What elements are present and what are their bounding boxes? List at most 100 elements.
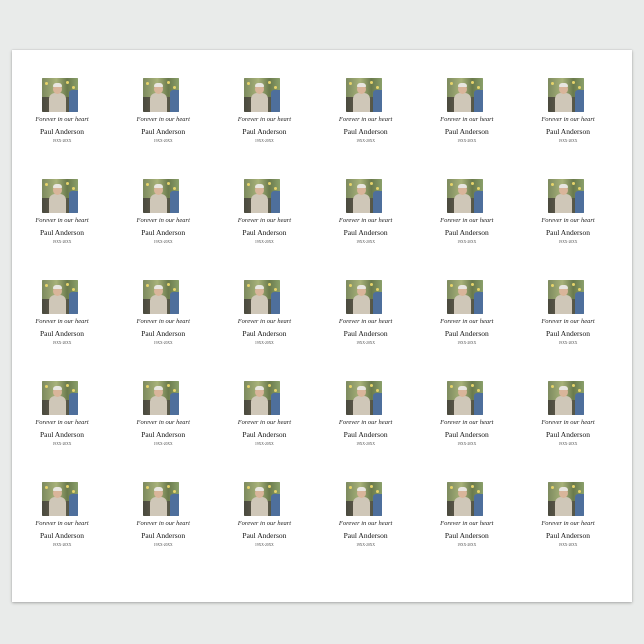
person-hair-shape: [559, 83, 568, 87]
flower-shape: [470, 81, 474, 84]
memorial-label: Forever in our heart Paul Anderson 19XX-20…: [417, 252, 517, 352]
person-shape: [453, 93, 471, 112]
flower-shape: [72, 86, 75, 89]
flower-shape: [551, 183, 554, 186]
label-name: Paul Anderson: [343, 430, 388, 439]
person-shape: [453, 396, 471, 415]
label-name: Paul Anderson: [546, 228, 590, 237]
person-shape: [453, 295, 471, 314]
second-person-shape: [575, 191, 584, 213]
memorial-label: Forever in our heart Paul Anderson 19XX-20…: [518, 151, 618, 251]
label-dates: 19XX-20XX: [153, 341, 173, 345]
label-name: Paul Anderson: [343, 127, 388, 136]
person-hair-shape: [154, 386, 164, 390]
flower-shape: [66, 485, 69, 488]
flower-shape: [572, 485, 575, 488]
product-preview: Forever in our heart Paul Anderson 19XX-20…: [0, 0, 644, 644]
label-name: Paul Anderson: [242, 329, 287, 338]
person-shape: [251, 93, 269, 112]
flower-shape: [476, 187, 480, 190]
label-dates: 19XX-20XX: [457, 139, 477, 143]
label-name: Paul Anderson: [546, 329, 590, 338]
flower-shape: [45, 486, 48, 489]
person-shape: [49, 396, 66, 415]
label-tagline: Forever in our heart: [338, 318, 393, 325]
person-hair-shape: [356, 487, 366, 491]
second-person-shape: [170, 494, 180, 516]
label-tagline: Forever in our heart: [338, 116, 393, 123]
flower-shape: [449, 284, 453, 287]
portrait-photo: [42, 179, 78, 213]
flower-shape: [572, 182, 575, 185]
label-tagline: Forever in our heart: [136, 419, 190, 426]
second-person-shape: [69, 494, 78, 516]
person-shape: [352, 93, 370, 112]
label-grid: Forever in our heart Paul Anderson 19XX-20…: [12, 50, 632, 602]
memorial-label: Forever in our heart Paul Anderson 19XX-20…: [12, 252, 112, 352]
person-hair-shape: [559, 285, 568, 289]
label-dates: 19XX-20XX: [52, 139, 72, 143]
label-name: Paul Anderson: [40, 127, 84, 136]
label-name: Paul Anderson: [444, 531, 489, 540]
portrait-photo: [42, 482, 78, 516]
flower-shape: [375, 187, 379, 190]
label-dates: 19XX-20XX: [255, 341, 274, 345]
portrait-photo: [143, 381, 180, 415]
flower-shape: [66, 283, 69, 286]
flower-shape: [348, 183, 352, 186]
portrait-photo: [446, 280, 483, 314]
label-tagline: Forever in our heart: [440, 318, 494, 325]
portrait-photo: [548, 78, 584, 112]
person-hair-shape: [255, 184, 265, 188]
flower-shape: [348, 486, 352, 489]
flower-shape: [66, 81, 69, 84]
label-dates: 19XX-20XX: [356, 240, 375, 244]
label-tagline: Forever in our heart: [541, 116, 595, 123]
flower-shape: [572, 283, 575, 286]
label-name: Paul Anderson: [141, 228, 186, 237]
flower-shape: [66, 384, 69, 387]
label-dates: 19XX-20XX: [356, 341, 375, 345]
memorial-label: Forever in our heart Paul Anderson 19XX-20…: [316, 454, 416, 554]
flower-shape: [578, 490, 581, 493]
person-hair-shape: [154, 83, 164, 87]
portrait-photo: [446, 179, 483, 213]
person-shape: [352, 497, 370, 516]
person-shape: [352, 295, 370, 314]
second-person-shape: [473, 191, 483, 213]
memorial-label: Forever in our heart Paul Anderson 19XX-20…: [113, 454, 213, 554]
person-hair-shape: [559, 386, 568, 390]
label-name: Paul Anderson: [141, 531, 186, 540]
person-shape: [251, 396, 269, 415]
flower-shape: [578, 389, 581, 392]
flower-shape: [66, 182, 69, 185]
label-dates: 19XX-20XX: [153, 240, 173, 244]
label-name: Paul Anderson: [546, 127, 590, 136]
label-tagline: Forever in our heart: [440, 419, 494, 426]
second-person-shape: [271, 90, 281, 112]
portrait-photo: [548, 280, 584, 314]
person-shape: [49, 295, 66, 314]
second-person-shape: [372, 393, 382, 415]
second-person-shape: [473, 292, 483, 314]
portrait-photo: [42, 78, 78, 112]
second-person-shape: [170, 292, 180, 314]
person-shape: [555, 295, 572, 314]
portrait-photo: [446, 78, 483, 112]
person-shape: [555, 194, 572, 213]
flower-shape: [551, 284, 554, 287]
second-person-shape: [69, 90, 78, 112]
label-name: Paul Anderson: [546, 531, 590, 540]
person-shape: [49, 93, 66, 112]
memorial-label: Forever in our heart Paul Anderson 19XX-20…: [214, 151, 314, 251]
person-shape: [555, 396, 572, 415]
person-hair-shape: [154, 184, 164, 188]
memorial-label: Forever in our heart Paul Anderson 19XX-20…: [12, 50, 112, 150]
person-hair-shape: [457, 487, 467, 491]
flower-shape: [369, 485, 373, 488]
label-name: Paul Anderson: [40, 228, 84, 237]
second-person-shape: [372, 191, 382, 213]
memorial-label: Forever in our heart Paul Anderson 19XX-20…: [214, 252, 314, 352]
label-name: Paul Anderson: [343, 329, 388, 338]
label-dates: 19XX-20XX: [457, 543, 477, 547]
